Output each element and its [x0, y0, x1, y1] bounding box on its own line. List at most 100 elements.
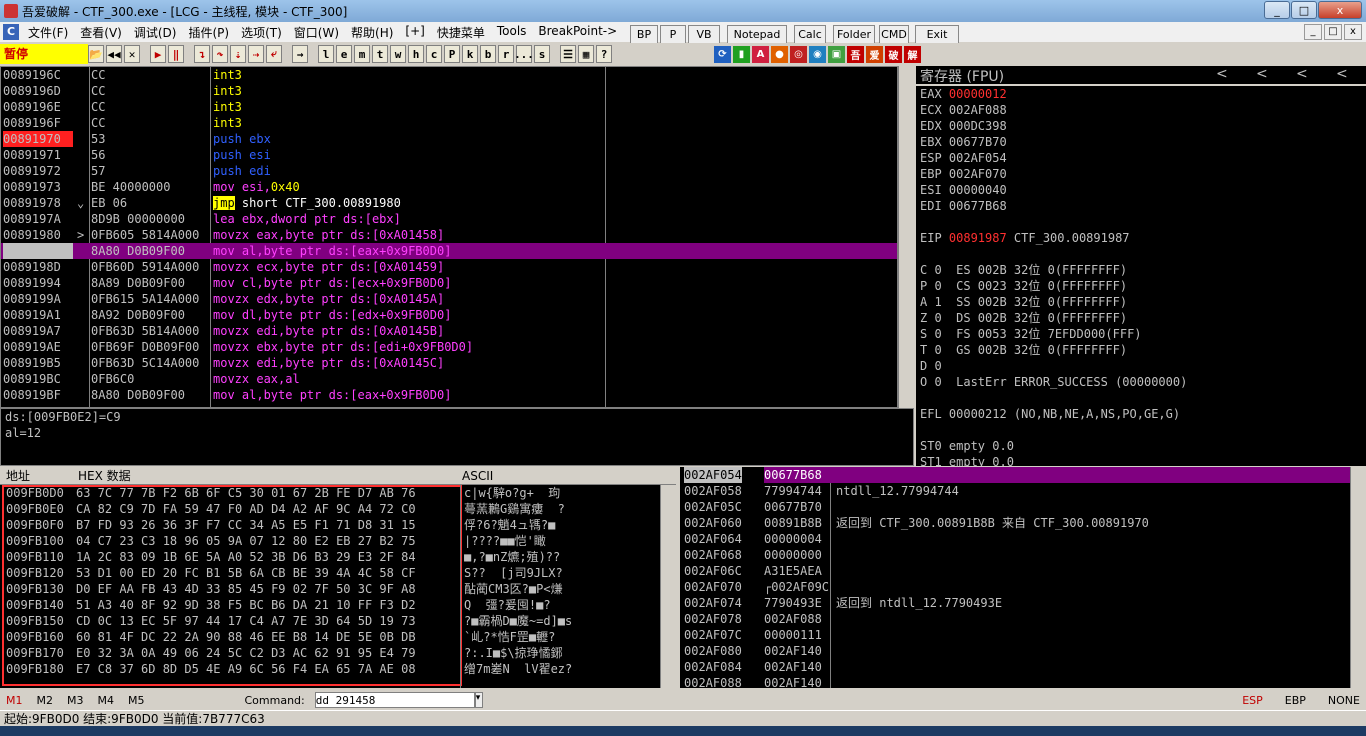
- disasm-row[interactable]: 0089199A 0FB615 5A14A000 movzx edx,byte pt…: [1, 291, 897, 307]
- trace-over-icon[interactable]: ⇢: [248, 45, 264, 63]
- toolbar-letter-button[interactable]: ...: [514, 45, 534, 63]
- toolbar-letter-button[interactable]: c: [426, 45, 442, 63]
- menu-item[interactable]: [+]: [399, 24, 430, 41]
- stack-row[interactable]: 002AF064 00000004: [680, 531, 1350, 547]
- dump-col-hex[interactable]: HEX 数据: [78, 467, 131, 485]
- stack-scrollbar[interactable]: [1350, 467, 1366, 688]
- menu-item[interactable]: 插件(P): [182, 24, 235, 41]
- register-row[interactable]: EDX 000DC398: [916, 118, 1366, 134]
- options-icon[interactable]: ☰: [560, 45, 576, 63]
- disasm-row[interactable]: 00891971 56 push esi: [1, 147, 897, 163]
- memory-tab[interactable]: M3: [67, 694, 84, 707]
- menu-item[interactable]: BreakPoint->: [532, 24, 623, 41]
- stack-pane[interactable]: 002AF054 00677B68 002AF058 77994744 ntdll_12…: [680, 467, 1350, 688]
- disasm-row[interactable]: 00891980 >0FB605 5814A000 movzx eax,byte p…: [1, 227, 897, 243]
- register-row[interactable]: D 0: [916, 358, 1366, 374]
- register-value[interactable]: 00677B70: [949, 135, 1007, 149]
- mdi-button[interactable]: _: [1304, 24, 1322, 40]
- registers-pane[interactable]: EAX 00000012 ECX 002AF088 EDX 000DC398 EBX …: [916, 86, 1366, 466]
- disasm-row[interactable]: 0089196C CC int3: [1, 67, 897, 83]
- toolbar-text-button[interactable]: 解: [904, 45, 921, 63]
- dump-row[interactable]: 009FB0E0 CA 82 C9 7D FA 59 47 F0 AD D4 A2…: [0, 501, 660, 517]
- dump-pane[interactable]: 009FB0D0 63 7C 77 7B F2 6B 6F C5 30 01 67…: [0, 485, 660, 688]
- dump-row[interactable]: 009FB0F0 B7 FD 93 26 36 3F F7 CC 34 A5 E5…: [0, 517, 660, 533]
- register-row[interactable]: ECX 002AF088: [916, 102, 1366, 118]
- toolbar-letter-button[interactable]: P: [444, 45, 460, 63]
- register-row[interactable]: ST0 empty 0.0: [916, 438, 1366, 454]
- disasm-row[interactable]: 008919AE 0FB69F D0B09F00 movzx ebx,byte pt…: [1, 339, 897, 355]
- reg-arrow[interactable]: <: [1216, 66, 1228, 82]
- stack-row[interactable]: 002AF060 00891B8B 返回到 CTF_300.00891B8B 来自 …: [680, 515, 1350, 531]
- dump-row[interactable]: 009FB180 E7 C8 37 6D 8D D5 4E A9 6C 56 F4…: [0, 661, 660, 677]
- toolbar-letter-button[interactable]: b: [480, 45, 496, 63]
- toolbar-text-button[interactable]: 破: [885, 45, 902, 63]
- plugin-button[interactable]: Calc: [794, 25, 826, 44]
- mdi-button[interactable]: □: [1324, 24, 1342, 40]
- dump-row[interactable]: 009FB170 E0 32 3A 0A 49 06 24 5C C2 D3 AC…: [0, 645, 660, 661]
- target-icon[interactable]: ◎: [790, 45, 807, 63]
- open-icon[interactable]: 📂: [88, 45, 104, 63]
- disasm-row[interactable]: 008919A7 0FB63D 5B14A000 movzx edi,byte pt…: [1, 323, 897, 339]
- memory-tab[interactable]: M1: [6, 694, 23, 707]
- register-row[interactable]: C 0 ES 002B 32位 0(FFFFFFFF): [916, 262, 1366, 278]
- register-row[interactable]: ST1 empty 0.0: [916, 454, 1366, 466]
- mdi-button[interactable]: x: [1344, 24, 1362, 40]
- stack-row[interactable]: 002AF068 00000000: [680, 547, 1350, 563]
- register-row[interactable]: ESI 00000040: [916, 182, 1366, 198]
- disasm-row[interactable]: 00891978 ⌄ EB 06 jmp short CTF_300.00891980: [1, 195, 897, 211]
- register-row[interactable]: EAX 00000012: [916, 86, 1366, 102]
- disasm-row[interactable]: 008919BF 8A80 D0B09F00 mov al,byte ptr ds:…: [1, 387, 897, 403]
- toolbar-text-button[interactable]: 爱: [866, 45, 883, 63]
- stack-row[interactable]: 002AF084 002AF140: [680, 659, 1350, 675]
- register-row[interactable]: P 0 CS 0023 32位 0(FFFFFFFF): [916, 278, 1366, 294]
- dump-row[interactable]: 009FB120 53 D1 00 ED 20 FC B1 5B 6A CB BE…: [0, 565, 660, 581]
- disasm-row[interactable]: 008919A1 8A92 D0B09F00 mov dl,byte ptr ds:…: [1, 307, 897, 323]
- record-icon[interactable]: ●: [771, 45, 788, 63]
- disasm-row[interactable]: 00891972 57 push edi: [1, 163, 897, 179]
- menu-item[interactable]: 选项(T): [235, 24, 288, 41]
- stack-row[interactable]: 002AF058 77994744 ntdll_12.77994744: [680, 483, 1350, 499]
- plugin-button[interactable]: Notepad: [727, 25, 787, 44]
- register-row[interactable]: [916, 390, 1366, 406]
- menu-item[interactable]: 窗口(W): [288, 24, 345, 41]
- plugin-icon[interactable]: ▮: [733, 45, 750, 63]
- register-row[interactable]: [916, 246, 1366, 262]
- refresh-icon[interactable]: ⟳: [714, 45, 731, 63]
- dump-row[interactable]: 009FB100 04 C7 23 C3 18 96 05 9A 07 12 80…: [0, 533, 660, 549]
- register-value[interactable]: 00000012: [949, 87, 1007, 101]
- menu-item[interactable]: 帮助(H): [345, 24, 399, 41]
- menu-item[interactable]: 查看(V): [74, 24, 128, 41]
- toolbar-letter-button[interactable]: w: [390, 45, 406, 63]
- go-to-icon[interactable]: →: [292, 45, 308, 63]
- toolbar-letter-button[interactable]: l: [318, 45, 334, 63]
- toolbar-letter-button[interactable]: t: [372, 45, 388, 63]
- minimize-button[interactable]: _: [1264, 1, 1290, 19]
- toolbar-letter-button[interactable]: r: [498, 45, 514, 63]
- menu-item[interactable]: Tools: [491, 24, 533, 41]
- disasm-row[interactable]: 008919BC 0FB6C0 movzx eax,al: [1, 371, 897, 387]
- disasm-row[interactable]: 0089196D CC int3: [1, 83, 897, 99]
- register-row[interactable]: [916, 214, 1366, 230]
- trace-into-icon[interactable]: ⇣: [230, 45, 246, 63]
- disasm-row[interactable]: 0089196E CC int3: [1, 99, 897, 115]
- toolbar-text-button[interactable]: 吾: [847, 45, 864, 63]
- register-value[interactable]: 00677B68: [949, 199, 1007, 213]
- tool-icon[interactable]: ▣: [828, 45, 845, 63]
- stack-row[interactable]: 002AF080 002AF140: [680, 643, 1350, 659]
- memory-tab[interactable]: M2: [37, 694, 54, 707]
- reg-arrow[interactable]: <: [1256, 66, 1268, 82]
- register-value[interactable]: 002AF088: [949, 103, 1007, 117]
- dump-row[interactable]: 009FB130 D0 EF AA FB 43 4D 33 85 45 F9 02…: [0, 581, 660, 597]
- register-row[interactable]: EBX 00677B70: [916, 134, 1366, 150]
- window-list-icon[interactable]: ▦: [578, 45, 594, 63]
- close-program-icon[interactable]: ✕: [124, 45, 140, 63]
- step-over-icon[interactable]: ↷: [212, 45, 228, 63]
- dump-row[interactable]: 009FB150 CD 0C 13 EC 5F 97 44 17 C4 A7 7E…: [0, 613, 660, 629]
- memory-tab[interactable]: M5: [128, 694, 145, 707]
- stack-row[interactable]: 002AF070 ┌002AF09C: [680, 579, 1350, 595]
- dump-col-address[interactable]: 地址: [6, 467, 30, 485]
- maximize-button[interactable]: □: [1291, 1, 1317, 19]
- dump-row[interactable]: 009FB160 60 81 4F DC 22 2A 90 88 46 EE B8…: [0, 629, 660, 645]
- register-row[interactable]: A 1 SS 002B 32位 0(FFFFFFFF): [916, 294, 1366, 310]
- reg-arrow[interactable]: <: [1296, 66, 1308, 82]
